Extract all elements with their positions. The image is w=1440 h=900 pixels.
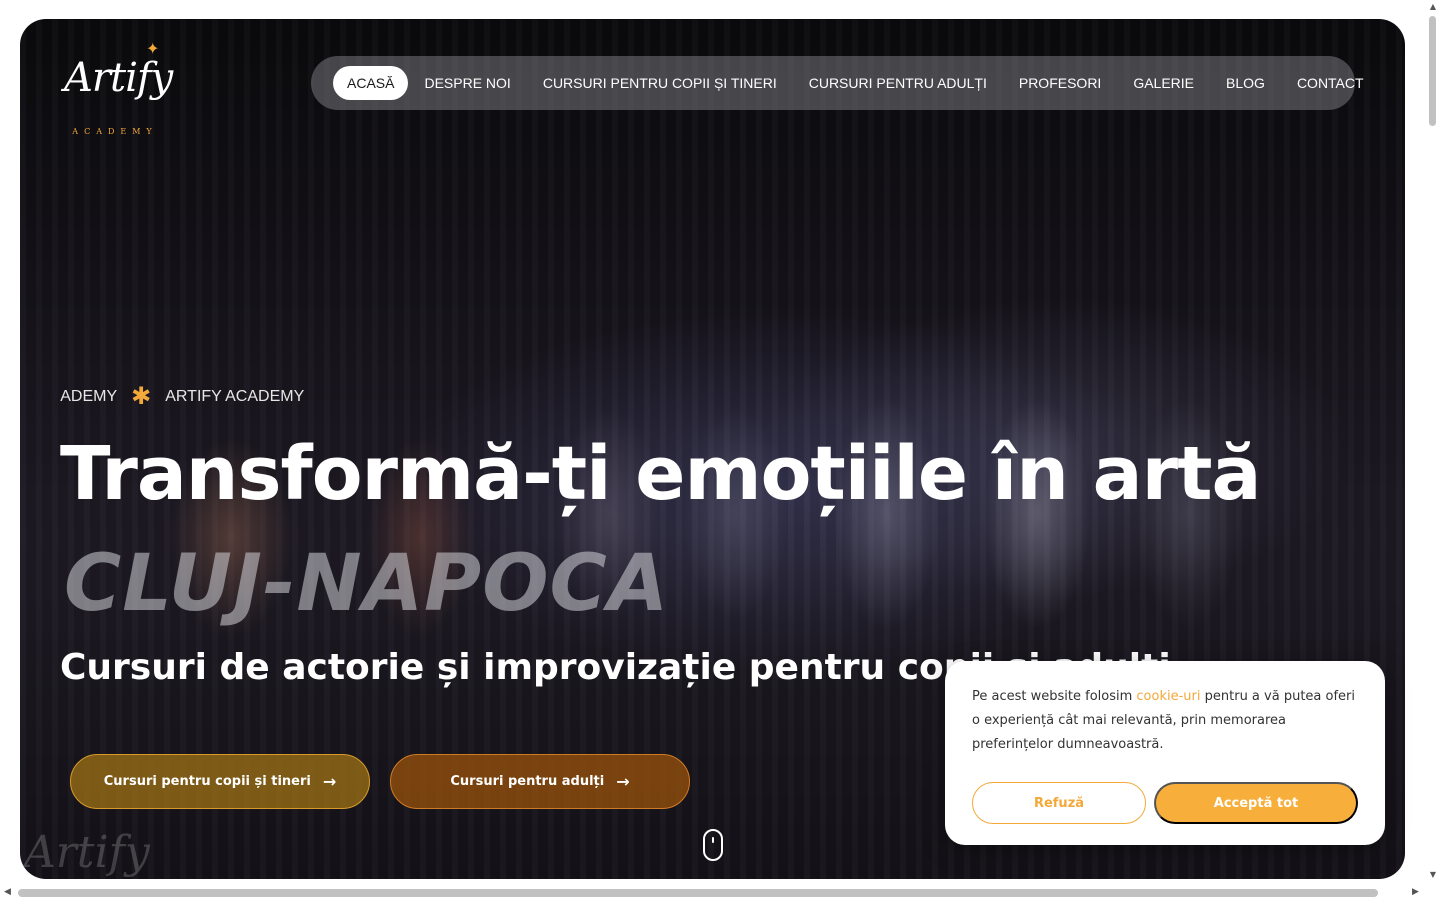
nav-item-blog[interactable]: BLOG <box>1210 66 1281 100</box>
scroll-down-mouse-icon[interactable] <box>703 829 723 861</box>
vertical-scroll-thumb[interactable] <box>1429 16 1436 126</box>
horizontal-scroll-thumb[interactable] <box>18 889 1378 897</box>
marquee-item: ARTIFY ACADEMY <box>165 388 305 405</box>
horizontal-scrollbar[interactable]: ◀ ▶ <box>0 886 1426 900</box>
cookie-consent-dialog: Pe acest website folosim cookie-uri pent… <box>945 661 1385 845</box>
kids-courses-label: Cursuri pentru copii și tineri <box>103 774 311 789</box>
asterisk-icon: ✱ <box>131 385 152 409</box>
adults-courses-button[interactable]: Cursuri pentru adulți → <box>390 754 690 809</box>
logo-wordmark: Artify <box>64 55 173 101</box>
cookie-message: Pe acest website folosim cookie-uri pent… <box>972 685 1364 757</box>
arrow-right-icon: → <box>616 772 630 791</box>
nav-item-profesori[interactable]: PROFESORI <box>1003 66 1117 100</box>
hero-headline: Transformă-ți emoțiile în artă <box>60 431 1261 517</box>
scroll-left-arrow-icon[interactable]: ◀ <box>4 887 11 897</box>
nav-item-galerie[interactable]: GALERIE <box>1117 66 1210 100</box>
main-navigation: ACASĂ DESPRE NOI CURSURI PENTRU COPII ȘI… <box>311 56 1364 110</box>
adults-courses-label: Cursuri pentru adulți <box>450 774 605 789</box>
scroll-right-arrow-icon[interactable]: ▶ <box>1412 887 1419 897</box>
refuse-cookies-button[interactable]: Refuză <box>972 782 1146 824</box>
nav-item-cursuri-adulti[interactable]: CURSURI PENTRU ADULȚI <box>793 66 1003 100</box>
hero-city: CLUJ-NAPOCA <box>64 539 670 629</box>
vertical-scrollbar[interactable]: ▲ ▼ <box>1426 0 1440 886</box>
logo-subtitle: ACADEMY <box>72 127 158 136</box>
nav-item-acasa[interactable]: ACASĂ <box>333 66 409 100</box>
arrow-right-icon: → <box>322 772 337 791</box>
cookie-text-before: Pe acest website folosim <box>972 689 1137 704</box>
marquee-ticker: ACADEMY ✱ ARTIFY ACADEMY <box>60 385 320 409</box>
kids-courses-button[interactable]: Cursuri pentru copii și tineri → <box>70 754 370 809</box>
marquee-item: ACADEMY <box>60 388 118 405</box>
nav-item-despre-noi[interactable]: DESPRE NOI <box>408 66 526 100</box>
cookie-policy-link[interactable]: cookie-uri <box>1136 689 1200 704</box>
accept-all-cookies-button[interactable]: Acceptă tot <box>1154 782 1358 824</box>
scroll-down-arrow-icon[interactable]: ▼ <box>1428 870 1438 879</box>
nav-item-cursuri-copii[interactable]: CURSURI PENTRU COPII ȘI TINERI <box>527 66 793 100</box>
nav-item-contact[interactable]: CONTACT <box>1281 66 1380 100</box>
scroll-up-arrow-icon[interactable]: ▲ <box>1428 2 1438 11</box>
artify-logo[interactable]: ✦ Artify ACADEMY <box>60 39 173 136</box>
cookie-actions: Refuză Acceptă tot <box>972 782 1358 824</box>
faint-logo-watermark: Artify <box>24 827 150 878</box>
